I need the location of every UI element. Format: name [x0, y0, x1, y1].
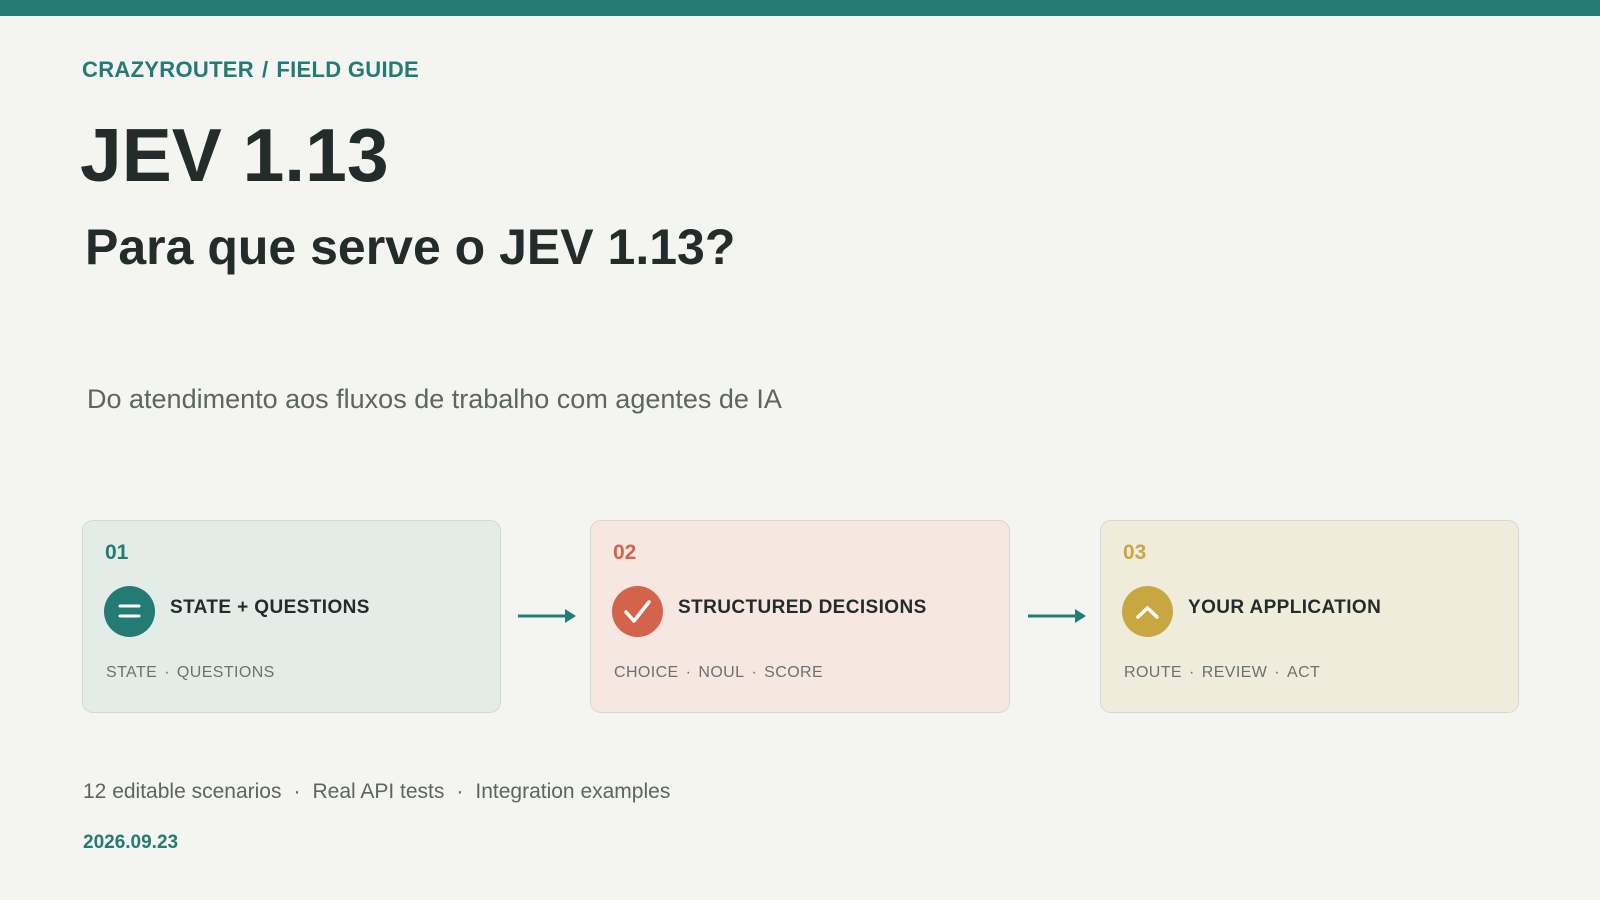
step-number: 02	[613, 541, 637, 564]
tag-separator: ·	[685, 664, 692, 681]
step-number: 01	[105, 541, 129, 564]
tag-separator: ·	[1274, 664, 1280, 681]
tag: ACT	[1287, 664, 1321, 681]
breadcrumb-item-brand: CRAZYROUTER	[82, 57, 254, 82]
tag: SCORE	[764, 664, 824, 681]
feature-item: 12 editable scenarios	[83, 780, 282, 803]
step-heading: STATE + QUESTIONS	[170, 597, 370, 618]
publish-date: 2026.09.23	[83, 832, 179, 853]
tag-separator: ·	[751, 664, 758, 681]
chevron-up-icon	[1122, 586, 1173, 637]
tag: ROUTE	[1124, 664, 1182, 681]
top-accent-bar	[0, 0, 1600, 16]
tag-separator: ·	[1189, 664, 1195, 681]
checkmark-icon	[612, 586, 663, 637]
feature-item: Integration examples	[475, 780, 671, 803]
step-tags: STATE · QUESTIONS	[106, 664, 275, 682]
step-number: 03	[1123, 541, 1147, 564]
step-card-your-application: 03 YOUR APPLICATION ROUTE · REVIEW · ACT	[1100, 520, 1519, 713]
feature-separator: ·	[293, 780, 301, 803]
arrow-right-icon	[1028, 609, 1086, 623]
page-title: JEV 1.13	[80, 113, 389, 197]
tag-separator: ·	[164, 664, 170, 681]
arrow-right-icon	[518, 609, 576, 623]
tag: REVIEW	[1201, 664, 1268, 681]
feature-item: Real API tests	[312, 780, 445, 803]
step-tags: CHOICE · NOUL · SCORE	[614, 664, 823, 682]
tag: STATE	[106, 664, 158, 681]
breadcrumb-separator: /	[261, 57, 269, 82]
step-heading: STRUCTURED DECISIONS	[678, 597, 927, 618]
tagline: Do atendimento aos fluxos de trabalho co…	[87, 384, 782, 414]
step-tags: ROUTE · REVIEW · ACT	[1124, 664, 1320, 682]
step-heading: YOUR APPLICATION	[1188, 597, 1382, 618]
list-lines-icon	[104, 586, 155, 637]
breadcrumb: CRAZYROUTER / FIELD GUIDE	[82, 57, 419, 83]
breadcrumb-item-section: FIELD GUIDE	[276, 57, 420, 82]
feature-separator: ·	[456, 780, 464, 803]
tag: QUESTIONS	[176, 664, 275, 681]
tag: NOUL	[698, 664, 745, 681]
page-subtitle: Para que serve o JEV 1.13?	[85, 219, 736, 275]
step-card-state-questions: 01 STATE + QUESTIONS STATE · QUESTIONS	[82, 520, 501, 713]
step-card-structured-decisions: 02 STRUCTURED DECISIONS CHOICE · NOUL · SCOR…	[590, 520, 1010, 713]
feature-list: 12 editable scenarios · Real API tests · Int…	[83, 780, 670, 804]
tag: CHOICE	[614, 664, 679, 681]
